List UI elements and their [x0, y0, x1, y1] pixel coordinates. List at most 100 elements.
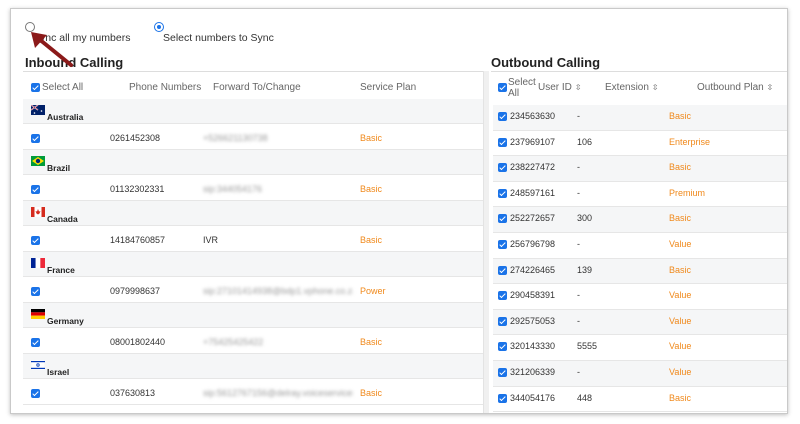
row-checkbox[interactable] [498, 163, 507, 173]
outbound-plan[interactable]: Value [669, 367, 691, 377]
extension-header[interactable]: Extension ⇳ [605, 82, 658, 93]
outbound-plan[interactable]: Premium [669, 188, 705, 198]
outbound-plan[interactable]: Basic [669, 393, 691, 403]
sort-icon: ⇳ [574, 83, 582, 92]
country-name: France [47, 265, 75, 275]
table-row: 037630813 sip:5612767156@delray.voiceserv… [23, 379, 483, 405]
table-row: 274226465 139 Basic [493, 258, 787, 285]
outbound-plan-header-label: Outbound Plan [697, 82, 764, 93]
user-id: 234563630 [510, 111, 556, 121]
table-row: 321206339 - Value [493, 361, 787, 387]
user-id: 344054176 [510, 392, 556, 403]
forward-to[interactable]: +526621130738 [203, 133, 268, 143]
outbound-plan[interactable]: Enterprise [669, 137, 710, 147]
forward-to[interactable]: +75425425422 [203, 337, 263, 347]
extension: 106 [577, 136, 593, 147]
row-checkbox[interactable] [31, 236, 40, 245]
phone-number: 01132302331 [110, 184, 165, 194]
sync-settings-panel: Sync all my numbers Select numbers to Sy… [10, 8, 788, 414]
outbound-plan[interactable]: Value [669, 341, 691, 351]
table-row: 344054176 448 Basic [493, 387, 787, 413]
service-plan-header: Service Plan [360, 82, 417, 93]
sort-icon: ⇳ [651, 83, 659, 92]
service-plan[interactable]: Basic [360, 235, 382, 245]
user-id: 320143330 [510, 341, 556, 352]
user-id: 252272657 [510, 213, 556, 224]
outbound-plan[interactable]: Value [669, 290, 691, 300]
row-checkbox[interactable] [498, 265, 507, 275]
row-checkbox[interactable] [498, 291, 507, 301]
outbound-plan[interactable]: Basic [669, 111, 691, 121]
extension: 5555 [577, 341, 598, 352]
user-id: 256796798 [510, 239, 556, 249]
forward-to-header: Forward To/Change [213, 82, 301, 93]
row-checkbox[interactable] [498, 112, 507, 121]
country-group-row: Australia [23, 99, 483, 124]
outbound-plan-header[interactable]: Outbound Plan ⇳ [697, 82, 773, 93]
table-row: 0979998637 sip:27101414938@bdp1.vphone.co… [23, 277, 483, 303]
user-id: 292575053 [510, 315, 556, 326]
row-checkbox[interactable] [31, 338, 40, 347]
outbound-plan[interactable]: Value [669, 239, 691, 249]
row-checkbox[interactable] [498, 368, 507, 377]
phone-numbers-header: Phone Numbers [129, 82, 202, 93]
outbound-plan[interactable]: Basic [669, 265, 691, 275]
canada-flag-icon [31, 207, 45, 217]
extension: - [577, 315, 580, 326]
user-id: 238227472 [510, 162, 556, 173]
extension: - [577, 367, 580, 377]
row-checkbox[interactable] [31, 185, 40, 194]
row-checkbox[interactable] [498, 240, 507, 249]
table-row: 320143330 5555 Value [493, 335, 787, 361]
extension-header-label: Extension [605, 82, 649, 93]
user-id-header[interactable]: User ID ⇳ [538, 82, 581, 93]
forward-to[interactable]: sip:27101414938@bdp1.vphone.co.za [203, 286, 353, 296]
row-checkbox[interactable] [498, 137, 507, 147]
annotation-arrow-icon [31, 32, 73, 67]
country-group-row: Israel [23, 354, 483, 379]
sort-icon: ⇳ [766, 83, 774, 92]
table-row: 01132302331 sip:344054176 Basic [23, 175, 483, 201]
service-plan[interactable]: Basic [360, 133, 382, 143]
table-row: 237969107 106 Enterprise [493, 131, 787, 157]
inbound-select-all-checkbox[interactable] [31, 83, 40, 92]
outbound-plan[interactable]: Value [669, 316, 691, 326]
service-plan[interactable]: Basic [360, 184, 382, 194]
row-checkbox[interactable] [498, 342, 507, 352]
extension: - [577, 111, 580, 121]
phone-number: 08001802440 [110, 337, 166, 347]
outbound-plan[interactable]: Basic [669, 213, 691, 223]
forward-to[interactable]: sip:5612767156@delray.voiceservices.com [203, 388, 353, 398]
service-plan[interactable]: Basic [360, 388, 382, 398]
table-row: 0261452308 +526621130738 Basic [23, 124, 483, 150]
table-row: 14184760857 IVR Basic [23, 226, 483, 252]
country-name: Brazil [47, 163, 71, 173]
table-row: 248597161 - Premium [493, 182, 787, 208]
france-flag-icon [31, 258, 45, 268]
inbound-scrollbar[interactable] [483, 71, 489, 413]
australia-flag-icon [31, 105, 45, 115]
user-id: 290458391 [510, 290, 556, 301]
country-name: Australia [47, 112, 84, 122]
brazil-flag-icon [31, 156, 45, 166]
outbound-select-all-checkbox[interactable] [498, 83, 507, 92]
table-row: 08001802440 +75425425422 Basic [23, 328, 483, 354]
phone-number: 0261452308 [110, 133, 161, 143]
extension: - [577, 239, 580, 249]
outbound-plan[interactable]: Basic [669, 162, 691, 172]
row-checkbox[interactable] [498, 188, 507, 198]
select-numbers-label[interactable]: Select numbers to Sync [163, 32, 274, 44]
forward-to[interactable]: sip:344054176 [203, 184, 262, 194]
row-checkbox[interactable] [498, 214, 507, 224]
row-checkbox[interactable] [498, 316, 507, 326]
service-plan[interactable]: Basic [360, 337, 382, 347]
row-checkbox[interactable] [498, 393, 507, 403]
service-plan[interactable]: Power [360, 286, 386, 296]
row-checkbox[interactable] [31, 389, 40, 398]
extension: - [577, 290, 580, 301]
forward-to[interactable]: IVR [203, 235, 218, 245]
country-group-row: France [23, 252, 483, 277]
select-numbers-radio[interactable] [154, 22, 164, 32]
row-checkbox[interactable] [31, 287, 40, 296]
row-checkbox[interactable] [31, 134, 40, 143]
